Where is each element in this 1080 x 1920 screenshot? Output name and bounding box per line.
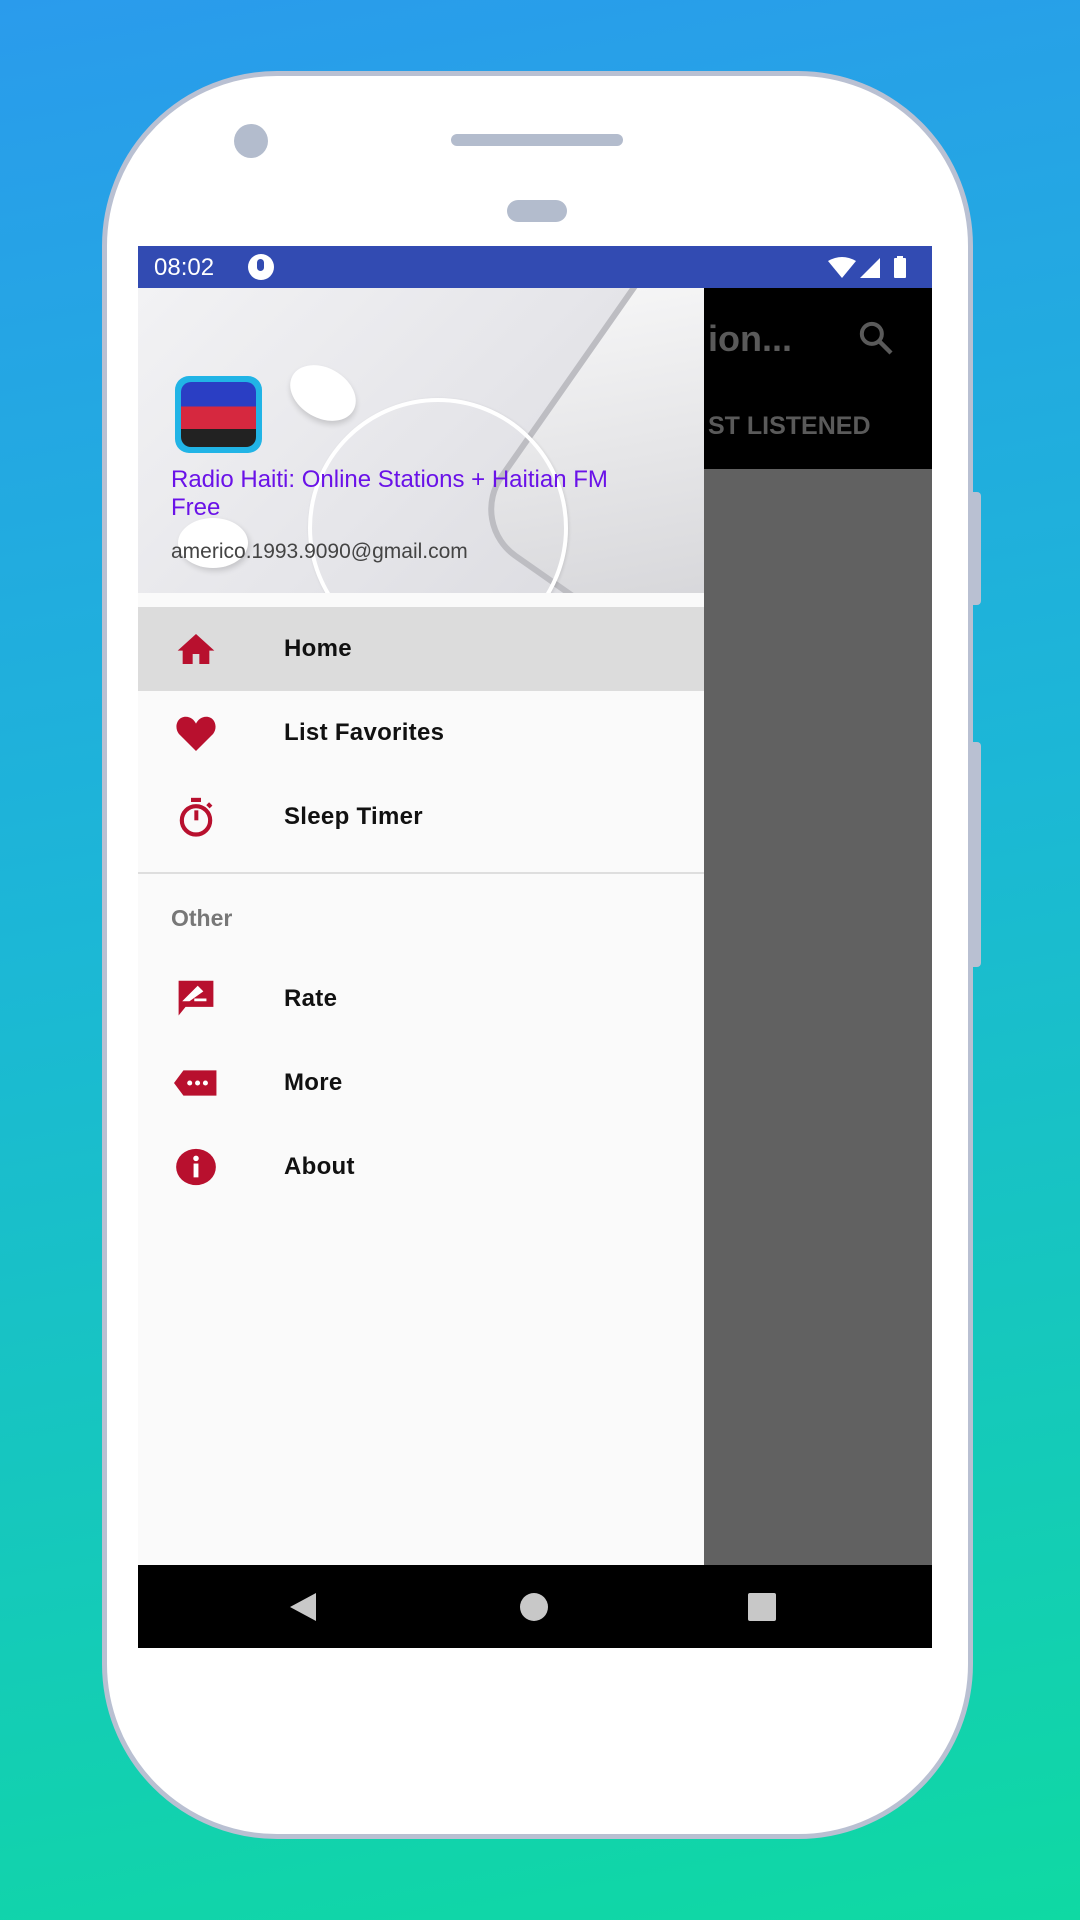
system-navigation-bar xyxy=(138,1565,932,1648)
drawer-item-label: Home xyxy=(284,635,352,662)
screen: 08:02 ion... ST LISTENED Radio Haiti: On… xyxy=(138,246,932,1648)
drawer-item-label: Sleep Timer xyxy=(284,803,423,830)
drawer-item-rate[interactable]: Rate xyxy=(138,957,704,1041)
home-button-icon[interactable] xyxy=(520,1593,548,1621)
drawer-item-label: List Favorites xyxy=(284,719,445,746)
back-icon[interactable] xyxy=(290,1593,316,1621)
proximity-sensor xyxy=(507,200,567,222)
more-icon xyxy=(174,1061,218,1105)
timer-icon xyxy=(174,795,218,839)
tab-most-listened[interactable]: ST LISTENED xyxy=(708,412,871,441)
drawer-item-label: About xyxy=(284,1153,355,1180)
drawer-app-title: Radio Haiti: Online Stations + Haitian F… xyxy=(171,466,608,521)
app-logo xyxy=(175,376,262,453)
drawer-item-sleep-timer[interactable]: Sleep Timer xyxy=(138,775,704,859)
earpiece-speaker xyxy=(451,134,623,146)
drawer-item-more[interactable]: More xyxy=(138,1041,704,1125)
drawer-divider xyxy=(138,872,704,874)
toolbar-title: ion... xyxy=(708,318,792,359)
drawer-item-label: More xyxy=(284,1069,343,1096)
info-icon xyxy=(174,1145,218,1189)
heart-icon xyxy=(174,711,218,755)
rate-icon xyxy=(174,977,218,1021)
notification-app-icon xyxy=(248,254,274,280)
status-time: 08:02 xyxy=(154,254,215,281)
drawer-header: Radio Haiti: Online Stations + Haitian F… xyxy=(138,288,704,593)
section-label-other: Other xyxy=(171,905,233,931)
recents-icon[interactable] xyxy=(748,1593,776,1621)
drawer-email: americo.1993.9090@gmail.com xyxy=(171,540,468,563)
front-camera xyxy=(234,124,268,158)
drawer-item-about[interactable]: About xyxy=(138,1125,704,1209)
wifi-signal-battery-icons xyxy=(828,256,906,278)
drawer-item-home[interactable]: Home xyxy=(138,607,704,691)
drawer-item-label: Rate xyxy=(284,985,338,1012)
navigation-drawer: Radio Haiti: Online Stations + Haitian F… xyxy=(138,288,704,1565)
power-button xyxy=(972,492,981,605)
status-bar: 08:02 xyxy=(138,246,932,288)
volume-button xyxy=(972,742,981,967)
home-icon xyxy=(174,627,218,671)
search-icon[interactable] xyxy=(856,318,896,358)
drawer-item-list-favorites[interactable]: List Favorites xyxy=(138,691,704,775)
